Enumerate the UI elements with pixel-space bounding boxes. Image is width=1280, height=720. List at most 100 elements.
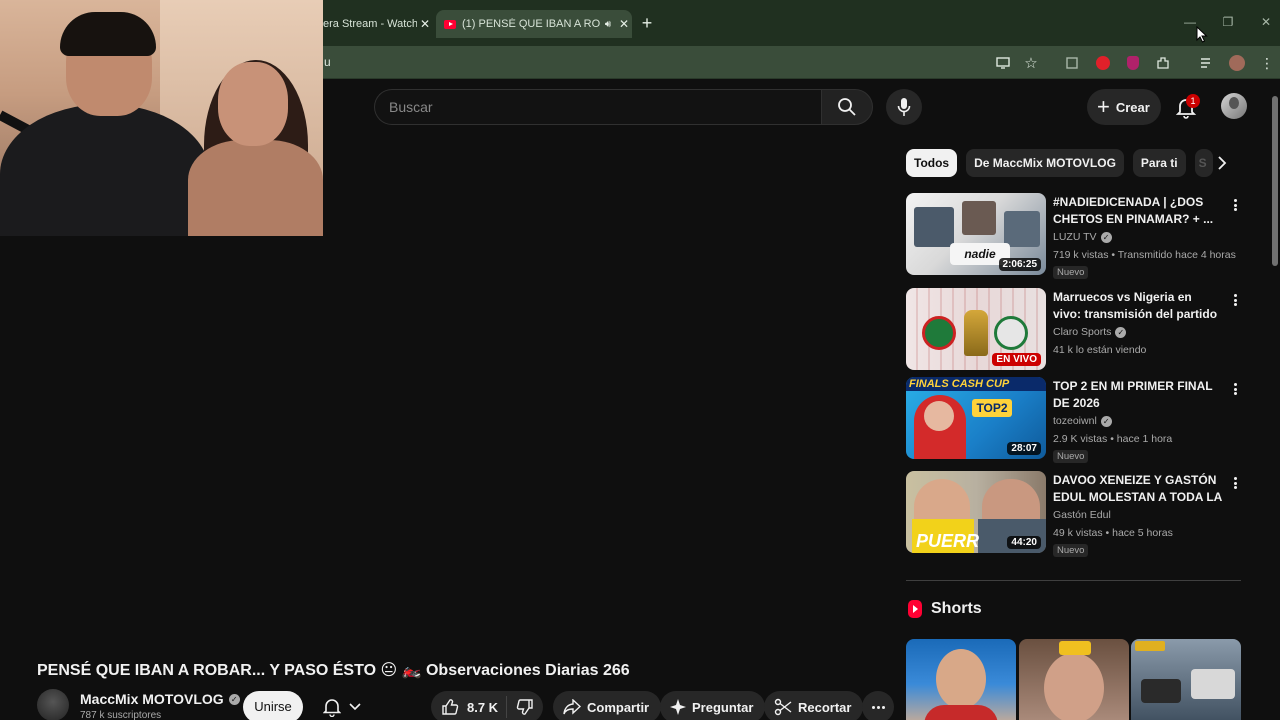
video-meta: 41 k lo están viendo: [1053, 344, 1147, 356]
share-icon: [563, 699, 581, 715]
media-queue-icon[interactable]: [1198, 54, 1216, 72]
verified-icon: ✓: [228, 693, 240, 705]
video-title[interactable]: DAVOO XENEIZE Y GASTÓN EDUL MOLESTAN A T…: [1053, 472, 1223, 506]
video-thumbnail[interactable]: EN VIVO: [906, 288, 1046, 370]
short-thumbnail[interactable]: [1019, 639, 1129, 720]
thumbs-up-icon: [442, 699, 459, 715]
video-title[interactable]: Marruecos vs Nigeria en vivo: transmisió…: [1053, 289, 1223, 323]
search-icon: [838, 98, 856, 116]
user-avatar[interactable]: [1221, 93, 1247, 119]
bookmark-star-icon[interactable]: ☆: [1022, 54, 1040, 72]
extension-red-icon[interactable]: [1094, 54, 1112, 72]
like-count: 8.7 K: [467, 699, 499, 715]
channel-label: Claro Sports: [1053, 326, 1112, 338]
shorts-icon: [908, 600, 922, 618]
dislike-button[interactable]: [507, 698, 543, 716]
ask-button[interactable]: Preguntar: [660, 691, 766, 720]
share-button[interactable]: Compartir: [553, 691, 662, 720]
video-meta: 719 k vistas • Transmitido hace 4 horas: [1053, 249, 1236, 261]
address-bar-text[interactable]: u: [324, 55, 331, 69]
verified-icon: ✓: [1100, 415, 1112, 427]
plus-icon: +: [1097, 94, 1110, 119]
more-actions-button[interactable]: [862, 691, 894, 720]
channel-name-link[interactable]: MaccMix MOTOVLOG ✓: [80, 691, 240, 707]
page-scrollbar[interactable]: [1272, 96, 1278, 266]
like-dislike-group: 8.7 K: [431, 691, 543, 720]
tab-label: (1) PENSÉ QUE IBAN A ROB: [462, 18, 600, 30]
sparkle-icon: [670, 699, 686, 715]
chip-todos[interactable]: Todos: [906, 149, 958, 177]
channel-label: MaccMix MOTOVLOG: [80, 691, 224, 707]
video-duration: 2:06:25: [998, 258, 1041, 271]
channel-name[interactable]: Gastón Edul: [1053, 509, 1111, 521]
clip-label: Recortar: [798, 699, 852, 715]
close-window-icon[interactable]: ✕: [1258, 14, 1274, 30]
chips-next-button[interactable]: [1210, 151, 1234, 175]
more-actions-icon[interactable]: [1228, 197, 1242, 213]
create-button[interactable]: + Crear: [1087, 89, 1161, 125]
subscription-bell-button[interactable]: [312, 691, 372, 720]
voice-search-button[interactable]: [886, 89, 922, 125]
ask-label: Preguntar: [692, 699, 754, 715]
channel-label: LUZU TV: [1053, 231, 1097, 243]
clip-button[interactable]: Recortar: [764, 691, 864, 720]
search-button[interactable]: [821, 89, 873, 125]
video-title[interactable]: TOP 2 EN MI PRIMER FINAL DE 2026: [1053, 378, 1223, 412]
browser-menu-icon[interactable]: ⋮: [1258, 54, 1276, 72]
recommended-video[interactable]: EN VIVO Marruecos vs Nigeria en vivo: tr…: [906, 288, 1246, 372]
short-thumbnail[interactable]: [906, 639, 1016, 720]
channel-name[interactable]: tozeoiwnl ✓: [1053, 415, 1112, 427]
more-actions-icon[interactable]: [1228, 381, 1242, 397]
mouse-cursor-icon: [1196, 26, 1208, 43]
channel-label: Gastón Edul: [1053, 509, 1111, 521]
video-page-title: PENSÉ QUE IBAN A ROBAR... Y PASO ÉSTO 😐 …: [37, 662, 630, 679]
extension-box-icon[interactable]: [1063, 54, 1081, 72]
browser-tab-stream[interactable]: era Stream - Watch ✕: [323, 10, 433, 38]
ublock-shield-icon[interactable]: [1124, 54, 1142, 72]
maximize-window-icon[interactable]: ❐: [1220, 14, 1236, 30]
scissors-icon: [774, 698, 792, 716]
browser-tab-youtube-active[interactable]: (1) PENSÉ QUE IBAN A ROB 🔊︎ ✕: [436, 10, 632, 38]
shorts-header: Shorts: [908, 600, 982, 618]
video-duration: 44:20: [1007, 536, 1041, 549]
channel-avatar[interactable]: [37, 689, 69, 720]
new-tab-button[interactable]: +: [638, 14, 656, 32]
tab-label: era Stream - Watch: [323, 18, 417, 30]
video-thumbnail[interactable]: FINALS CASH CUP TOP2 28:07: [906, 377, 1046, 459]
chevron-right-icon: [1218, 156, 1227, 170]
thumbs-down-icon: [516, 699, 533, 715]
speaker-icon[interactable]: 🔊︎: [600, 19, 616, 30]
section-divider: [906, 580, 1241, 581]
new-badge: Nuevo: [1053, 450, 1089, 463]
bell-icon: [323, 699, 341, 717]
join-button[interactable]: Unirse: [243, 691, 303, 720]
profile-avatar-icon[interactable]: [1228, 54, 1246, 72]
chip-para-ti[interactable]: Para ti: [1132, 149, 1186, 177]
install-app-icon[interactable]: [994, 54, 1012, 72]
channel-name[interactable]: Claro Sports ✓: [1053, 326, 1127, 338]
recommended-video[interactable]: PUERR 44:20 DAVOO XENEIZE Y GASTÓN EDUL …: [906, 471, 1246, 557]
subscriber-count: 787 k suscriptores: [80, 710, 162, 720]
search-input[interactable]: Buscar: [374, 89, 821, 125]
short-thumbnail[interactable]: [1131, 639, 1241, 720]
verified-icon: ✓: [1115, 326, 1127, 338]
channel-label: tozeoiwnl: [1053, 415, 1097, 427]
notification-count-badge: 1: [1186, 94, 1200, 108]
channel-name[interactable]: LUZU TV ✓: [1053, 231, 1112, 243]
recommended-video[interactable]: nadie 2:06:25 #NADIEDICENADA | ¿DOS CHET…: [906, 193, 1246, 279]
more-actions-icon[interactable]: [1228, 292, 1242, 308]
filter-chips: Todos De MaccMix MOTOVLOG Para ti S: [906, 149, 1236, 179]
close-tab-icon[interactable]: ✕: [616, 17, 632, 31]
chip-channel[interactable]: De MaccMix MOTOVLOG: [966, 149, 1124, 177]
video-thumbnail[interactable]: nadie 2:06:25: [906, 193, 1046, 275]
more-actions-icon[interactable]: [1228, 475, 1242, 491]
video-meta: 49 k vistas • hace 5 horas: [1053, 527, 1173, 539]
recommended-video[interactable]: FINALS CASH CUP TOP2 28:07 TOP 2 EN MI P…: [906, 377, 1246, 463]
close-tab-icon[interactable]: ✕: [417, 17, 433, 31]
like-button[interactable]: 8.7 K: [431, 696, 507, 718]
video-thumbnail[interactable]: PUERR 44:20: [906, 471, 1046, 553]
extensions-puzzle-icon[interactable]: [1154, 54, 1172, 72]
streamer-webcam-overlay: [0, 0, 323, 236]
shorts-title: Shorts: [931, 600, 982, 617]
video-title[interactable]: #NADIEDICENADA | ¿DOS CHETOS EN PINAMAR?…: [1053, 194, 1223, 228]
